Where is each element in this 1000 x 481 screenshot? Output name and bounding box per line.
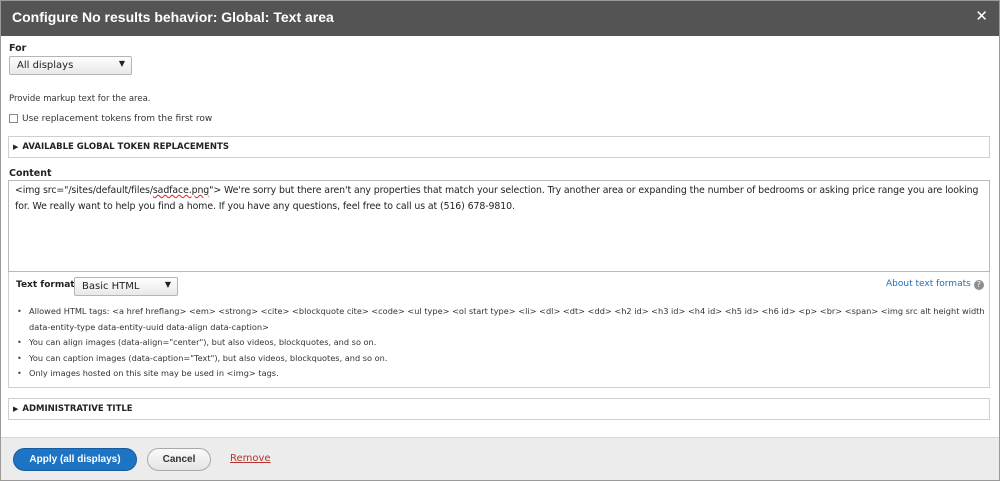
text-format-label: Text format — [16, 280, 75, 290]
administrative-title-details[interactable]: ▶ ADMINISTRATIVE TITLE — [8, 398, 990, 420]
list-item: Only images hosted on this site may be u… — [16, 366, 986, 382]
administrative-title-summary[interactable]: ▶ ADMINISTRATIVE TITLE — [13, 404, 133, 414]
chevron-down-icon: ▼ — [118, 59, 125, 68]
token-replacements-label: AVAILABLE GLOBAL TOKEN REPLACEMENTS — [22, 142, 229, 152]
remove-link[interactable]: Remove — [230, 453, 271, 464]
list-item: You can align images (data-align="center… — [16, 335, 986, 351]
chevron-down-icon: ▼ — [164, 280, 171, 289]
format-guidelines-list: Allowed HTML tags: <a href hreflang> <em… — [16, 304, 986, 382]
list-item: You can caption images (data-caption="Te… — [16, 351, 986, 367]
content-textarea[interactable]: <img src="/sites/default/files/sadface.p… — [8, 180, 990, 272]
dialog-title-bar: Configure No results behavior: Global: T… — [0, 0, 1000, 36]
token-replacements-details[interactable]: ▶ AVAILABLE GLOBAL TOKEN REPLACEMENTS — [8, 136, 990, 158]
list-item: Allowed HTML tags: <a href hreflang> <em… — [16, 304, 986, 335]
text-format-select[interactable]: Basic HTML ▼ — [74, 277, 178, 296]
dialog-button-pane: Apply (all displays) Cancel Remove — [0, 437, 1000, 481]
for-select[interactable]: All displays ▼ — [9, 56, 132, 75]
administrative-title-label: ADMINISTRATIVE TITLE — [22, 404, 133, 414]
triangle-right-icon: ▶ — [13, 143, 19, 151]
close-icon[interactable]: ✕ — [975, 7, 988, 25]
content-label: Content — [9, 168, 52, 179]
text-format-value: Basic HTML — [82, 281, 140, 292]
content-text-misspelled: sadface.png — [152, 185, 210, 196]
for-select-value: All displays — [17, 60, 74, 71]
for-label: For — [9, 43, 27, 54]
area-description: Provide markup text for the area. — [9, 94, 151, 104]
cancel-button[interactable]: Cancel — [147, 448, 211, 471]
replacement-tokens-label: Use replacement tokens from the first ro… — [22, 114, 213, 124]
about-text-formats-label: About text formats — [886, 279, 971, 289]
apply-button[interactable]: Apply (all displays) — [13, 448, 137, 471]
about-text-formats-link[interactable]: About text formats? — [886, 279, 984, 290]
content-text-start: <img src="/sites/default/files/ — [15, 185, 153, 196]
help-icon: ? — [973, 280, 984, 290]
token-replacements-summary[interactable]: ▶ AVAILABLE GLOBAL TOKEN REPLACEMENTS — [13, 142, 229, 152]
triangle-right-icon: ▶ — [13, 405, 19, 413]
dialog-title: Configure No results behavior: Global: T… — [12, 9, 334, 25]
replacement-tokens-checkbox[interactable] — [9, 114, 18, 123]
